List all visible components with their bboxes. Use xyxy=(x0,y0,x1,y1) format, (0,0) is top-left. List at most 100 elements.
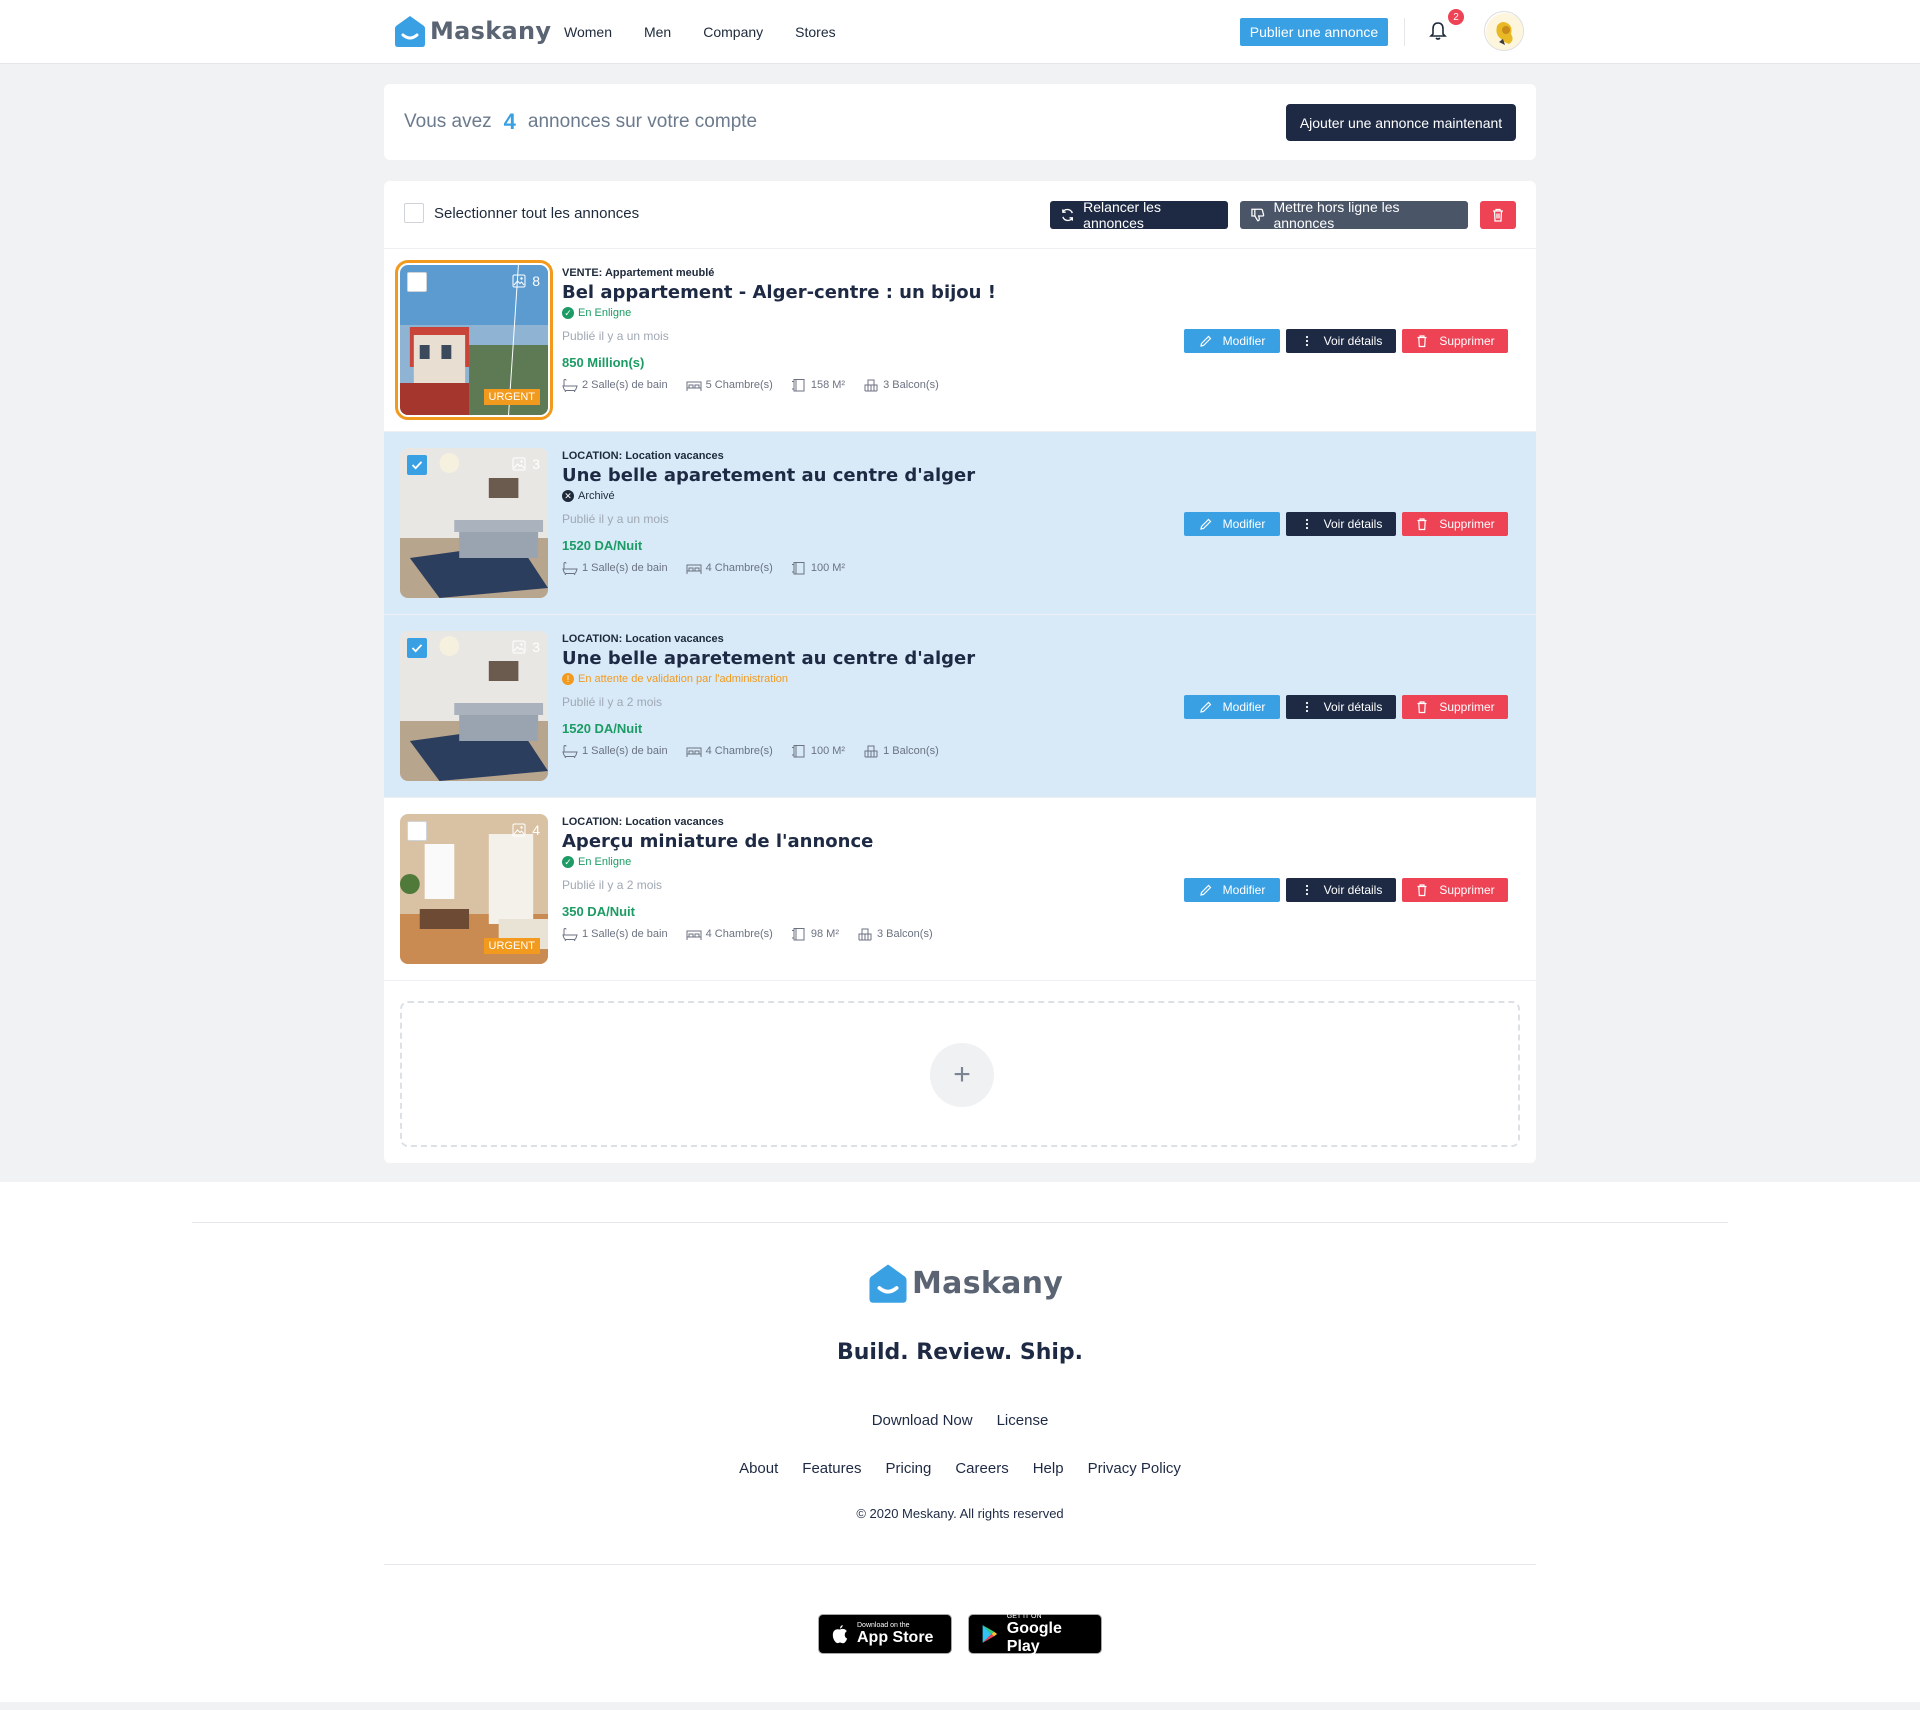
relaunch-button[interactable]: Relancer les annonces xyxy=(1050,199,1228,231)
details-label: Voir détails xyxy=(1323,517,1383,531)
footer-link-privacy[interactable]: Privacy Policy xyxy=(1088,1460,1181,1477)
feature-label: 3 Balcon(s) xyxy=(883,379,939,391)
avatar[interactable] xyxy=(1484,11,1524,51)
listing-checkbox[interactable] xyxy=(407,821,427,841)
photo-count-value: 4 xyxy=(532,822,540,838)
footer-link-license[interactable]: License xyxy=(997,1412,1049,1429)
bed-icon xyxy=(686,564,702,574)
nav-company[interactable]: Company xyxy=(703,24,763,40)
listing-checkbox[interactable] xyxy=(407,272,427,292)
image-icon xyxy=(512,640,526,654)
listing-row[interactable]: 4 URGENT LOCATION: Location vacances Aperçu… xyxy=(384,798,1536,981)
google-play-big: Google Play xyxy=(1006,1619,1062,1655)
photo-count: 8 xyxy=(512,273,540,289)
listing-thumbnail[interactable]: 3 xyxy=(400,631,548,781)
listing-feature: 4 Chambre(s) xyxy=(686,561,773,575)
area-icon xyxy=(791,379,805,392)
details-button[interactable]: Voir détails xyxy=(1286,878,1396,902)
delete-label: Supprimer xyxy=(1439,334,1495,348)
listing-thumbnail[interactable]: 3 xyxy=(400,448,548,598)
listing-row[interactable]: 3 LOCATION: Location vacances Une belle ap… xyxy=(384,432,1536,615)
feature-label: 4 Chambre(s) xyxy=(705,928,773,940)
plus-icon[interactable]: + xyxy=(930,1043,994,1107)
footer-primary-links: Download Now License xyxy=(0,1412,1920,1429)
listing-title[interactable]: Aperçu miniature de l'annonce xyxy=(562,831,933,852)
details-button[interactable]: Voir détails xyxy=(1286,695,1396,719)
app-store-badge[interactable]: Download on the App Store xyxy=(818,1614,952,1654)
nav-men[interactable]: Men xyxy=(644,24,671,40)
add-listing-button[interactable]: Ajouter une annonce maintenant xyxy=(1286,104,1516,141)
nav-stores[interactable]: Stores xyxy=(795,24,835,40)
brand-logo[interactable]: Maskany xyxy=(394,14,551,48)
footer-link-about[interactable]: About xyxy=(739,1460,778,1477)
main-nav: Women Men Company Stores xyxy=(564,0,836,64)
edit-button[interactable]: Modifier xyxy=(1184,329,1280,353)
footer-link-pricing[interactable]: Pricing xyxy=(885,1460,931,1477)
footer-link-careers[interactable]: Careers xyxy=(955,1460,1008,1477)
listing-feature: 1 Salle(s) de bain xyxy=(562,561,668,575)
edit-button[interactable]: Modifier xyxy=(1184,695,1280,719)
top-navbar: Maskany Women Men Company Stores Publier… xyxy=(0,0,1920,64)
apple-icon xyxy=(832,1625,848,1644)
delete-button[interactable]: Supprimer xyxy=(1402,878,1508,902)
feature-label: 5 Chambre(s) xyxy=(705,379,773,391)
feature-label: 1 Salle(s) de bain xyxy=(582,745,668,757)
add-listing-dropzone[interactable]: + xyxy=(400,1001,1520,1147)
trash-icon xyxy=(1417,335,1427,348)
trash-icon xyxy=(1493,208,1503,222)
edit-label: Modifier xyxy=(1222,700,1266,714)
details-label: Voir détails xyxy=(1323,883,1383,897)
photo-count: 3 xyxy=(512,456,540,472)
footer-logo[interactable]: Maskany xyxy=(868,1262,1063,1304)
delete-button[interactable]: Supprimer xyxy=(1402,695,1508,719)
select-all-checkbox[interactable] xyxy=(404,203,424,223)
bell-icon[interactable] xyxy=(1428,20,1448,42)
area-icon xyxy=(791,745,805,758)
details-label: Voir détails xyxy=(1323,334,1383,348)
check-icon xyxy=(411,644,423,653)
take-offline-button[interactable]: Mettre hors ligne les annonces xyxy=(1240,199,1468,231)
listing-thumbnail[interactable]: 8 URGENT xyxy=(395,260,553,420)
feature-label: 1 Salle(s) de bain xyxy=(582,928,668,940)
nav-women[interactable]: Women xyxy=(564,24,612,40)
avatar-image xyxy=(1486,13,1523,50)
listing-features: 1 Salle(s) de bain 4 Chambre(s) 100 M² xyxy=(562,561,975,575)
listing-row[interactable]: 8 URGENT VENTE: Appartement meublé Bel appa… xyxy=(384,249,1536,432)
listing-checkbox[interactable] xyxy=(407,638,427,658)
footer-link-help[interactable]: Help xyxy=(1033,1460,1064,1477)
footer-link-features[interactable]: Features xyxy=(802,1460,861,1477)
listing-category: LOCATION: Location vacances xyxy=(562,450,724,462)
google-play-badge[interactable]: GET IT ON Google Play xyxy=(968,1613,1102,1655)
listing-row[interactable]: 3 LOCATION: Location vacances Une belle ap… xyxy=(384,615,1536,798)
balcony-icon xyxy=(858,928,872,941)
details-button[interactable]: Voir détails xyxy=(1286,329,1396,353)
footer-link-download[interactable]: Download Now xyxy=(872,1412,973,1429)
trash-icon xyxy=(1417,701,1427,714)
listings-summary-card: Vous avez 4 annonces sur votre compte Aj… xyxy=(384,84,1536,160)
status-label: Archivé xyxy=(578,490,615,502)
listing-category: LOCATION: Location vacances xyxy=(562,816,724,828)
listing-feature: 2 Salle(s) de bain xyxy=(562,378,668,392)
listing-title[interactable]: Une belle aparetement au centre d'alger xyxy=(562,648,975,669)
status-icon: ✓ xyxy=(562,856,574,868)
publish-button[interactable]: Publier une annonce xyxy=(1240,18,1388,46)
select-all[interactable]: Selectionner tout les annonces xyxy=(404,203,639,223)
listing-title[interactable]: Bel appartement - Alger-centre : un bijo… xyxy=(562,282,996,303)
bulk-delete-button[interactable] xyxy=(1480,201,1516,229)
status-icon: ! xyxy=(562,673,574,685)
edit-button[interactable]: Modifier xyxy=(1184,878,1280,902)
delete-button[interactable]: Supprimer xyxy=(1402,512,1508,536)
edit-button[interactable]: Modifier xyxy=(1184,512,1280,536)
listing-price: 850 Million(s) xyxy=(562,355,645,370)
trash-icon xyxy=(1417,884,1427,897)
feature-label: 4 Chambre(s) xyxy=(705,745,773,757)
listing-thumbnail[interactable]: 4 URGENT xyxy=(400,814,548,964)
listing-checkbox[interactable] xyxy=(407,455,427,475)
details-button[interactable]: Voir détails xyxy=(1286,512,1396,536)
feature-label: 3 Balcon(s) xyxy=(876,928,933,940)
listing-title[interactable]: Une belle aparetement au centre d'alger xyxy=(562,465,975,486)
delete-button[interactable]: Supprimer xyxy=(1402,329,1508,353)
photo-count-value: 8 xyxy=(532,273,540,289)
listing-actions: Modifier Voir détails Supprimer xyxy=(1184,329,1508,353)
feature-label: 158 M² xyxy=(810,379,846,391)
